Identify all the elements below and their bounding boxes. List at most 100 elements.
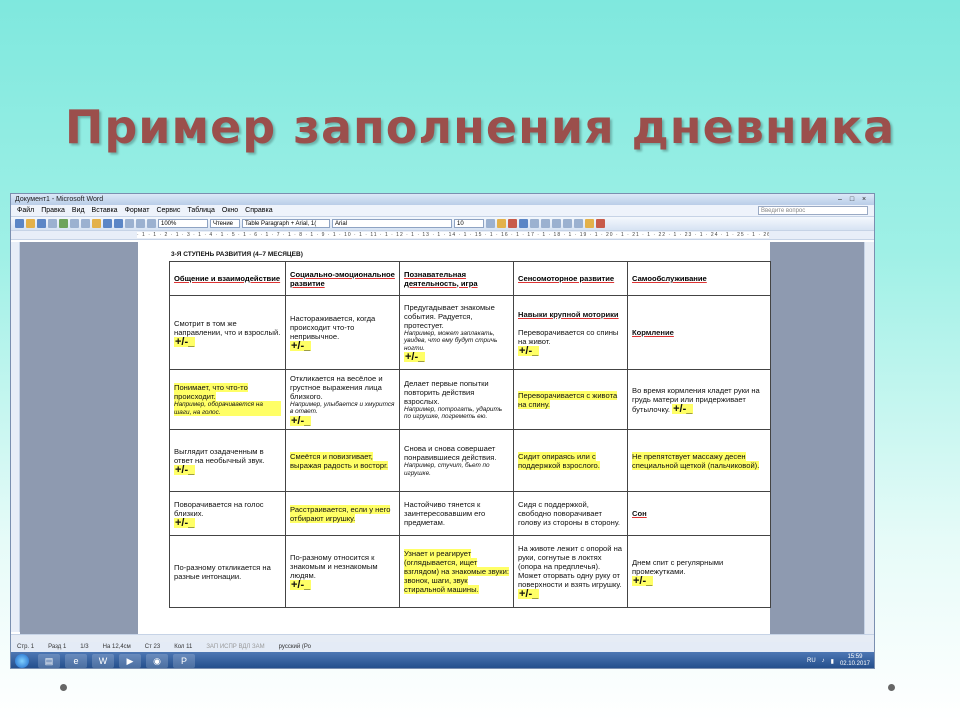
table-cell[interactable]: На животе лежит с опорой на руки, согнут… bbox=[513, 535, 628, 608]
paste-icon[interactable] bbox=[92, 219, 101, 228]
horizontal-ruler[interactable]: · 1 · 1 · 2 · 1 · 3 · 1 · 4 · 1 · 5 · 1 … bbox=[11, 231, 874, 240]
network-icon[interactable]: ▮ bbox=[831, 658, 834, 665]
table-cell[interactable]: Смеётся и повизгивает, выражая радость и… bbox=[285, 429, 400, 492]
firefox-icon[interactable]: ◉ bbox=[146, 654, 168, 668]
style-select[interactable]: Table Paragraph + Arial, 1( bbox=[242, 219, 330, 228]
numbering-icon[interactable] bbox=[563, 219, 572, 228]
save-icon[interactable] bbox=[37, 219, 46, 228]
media-player-icon[interactable]: ▶ bbox=[119, 654, 141, 668]
italic-icon[interactable] bbox=[497, 219, 506, 228]
explorer-icon[interactable]: ▤ bbox=[38, 654, 60, 668]
table-cell[interactable]: Во время кормления кладет руки на грудь … bbox=[627, 369, 771, 430]
zoom-select[interactable]: 100% bbox=[158, 219, 208, 228]
system-tray: RU ♪ ▮ 15:59 02.10.2017 bbox=[807, 654, 874, 668]
table-cell[interactable]: Делает первые попытки повторить действия… bbox=[399, 369, 514, 430]
new-document-icon[interactable] bbox=[15, 219, 24, 228]
col-header-label: Общение и взаимодействие bbox=[174, 274, 281, 283]
clock[interactable]: 15:59 02.10.2017 bbox=[840, 654, 870, 668]
cell-text: Выглядит озадаченным в ответ на необычны… bbox=[174, 446, 265, 465]
table-cell[interactable]: Не препятствует массажу десен специально… bbox=[627, 429, 771, 492]
minimize-icon[interactable]: – bbox=[834, 196, 846, 203]
cell-text: Откликается на весёлое и грустное выраже… bbox=[290, 373, 383, 401]
table-cell[interactable]: Настойчиво тянется к заинтересовавшим ег… bbox=[399, 491, 514, 536]
table-cell[interactable]: Выглядит озадаченным в ответ на необычны… bbox=[169, 429, 286, 492]
table-cell[interactable]: Смотрит в том же направлении, что и взро… bbox=[169, 295, 286, 370]
open-icon[interactable] bbox=[26, 219, 35, 228]
cell-text: Расстраивается, если у него отбирают игр… bbox=[290, 504, 391, 523]
volume-icon[interactable]: ♪ bbox=[822, 658, 825, 664]
col-header-label: Познавательная деятельность, игра bbox=[404, 269, 478, 288]
bullets-icon[interactable] bbox=[574, 219, 583, 228]
table-cell[interactable]: Понимает, что что-то происходит. Например… bbox=[169, 369, 286, 430]
plus-minus-mark: +/-_ bbox=[174, 335, 196, 348]
menu-tools[interactable]: Сервис bbox=[156, 207, 180, 214]
table-cell[interactable]: Сон bbox=[627, 491, 771, 536]
table-row: Выглядит озадаченным в ответ на необычны… bbox=[169, 429, 771, 492]
table-icon[interactable] bbox=[125, 219, 134, 228]
highlight-icon[interactable] bbox=[585, 219, 594, 228]
bold-icon[interactable] bbox=[486, 219, 495, 228]
start-button-icon[interactable] bbox=[15, 654, 29, 668]
table-cell[interactable]: Расстраивается, если у него отбирают игр… bbox=[285, 491, 400, 536]
print-icon[interactable] bbox=[48, 219, 57, 228]
copy-icon[interactable] bbox=[81, 219, 90, 228]
status-page: Стр. 1 bbox=[17, 644, 35, 650]
status-language: русский (Ро bbox=[278, 644, 311, 650]
horizontal-scrollbar[interactable] bbox=[11, 634, 874, 642]
cut-icon[interactable] bbox=[70, 219, 79, 228]
document-page[interactable]: 3-Я СТУПЕНЬ РАЗВИТИЯ (4–7 МЕСЯЦЕВ) Общен… bbox=[138, 242, 771, 634]
close-icon[interactable]: × bbox=[858, 196, 870, 203]
ask-question-input[interactable]: Введите вопрос bbox=[758, 206, 868, 215]
cell-text: Во время кормления кладет руки на грудь … bbox=[632, 385, 760, 414]
menu-format[interactable]: Формат bbox=[125, 207, 150, 214]
table-cell[interactable]: Настораживается, когда происходит что-то… bbox=[285, 295, 400, 370]
internet-explorer-icon[interactable]: e bbox=[65, 654, 87, 668]
font-color-icon[interactable] bbox=[596, 219, 605, 228]
spelling-icon[interactable] bbox=[59, 219, 68, 228]
table-cell[interactable]: По-разному относится к знакомым и незнак… bbox=[285, 535, 400, 608]
menu-help[interactable]: Справка bbox=[245, 207, 272, 214]
menu-file[interactable]: Файл bbox=[17, 207, 34, 214]
columns-icon[interactable] bbox=[136, 219, 145, 228]
cell-text: Делает первые попытки повторить действия… bbox=[404, 378, 489, 406]
table-cell[interactable]: Узнает и реагирует (оглядывается, ищет в… bbox=[399, 535, 514, 608]
menu-window[interactable]: Окно bbox=[222, 207, 238, 214]
align-left-icon[interactable] bbox=[519, 219, 528, 228]
cell-text: Поворачивается на голос близких. bbox=[174, 499, 264, 518]
paragraph-icon[interactable] bbox=[147, 219, 156, 228]
font-size-select[interactable]: 10 bbox=[454, 219, 484, 228]
vertical-ruler[interactable] bbox=[11, 242, 20, 632]
table-cell[interactable]: По-разному откликается на разные интонац… bbox=[169, 535, 286, 608]
table-cell[interactable]: Откликается на весёлое и грустное выраже… bbox=[285, 369, 400, 430]
cell-text: Днем спит с регулярными промежутками. bbox=[632, 557, 724, 576]
justify-icon[interactable] bbox=[552, 219, 561, 228]
undo-icon[interactable] bbox=[103, 219, 112, 228]
align-right-icon[interactable] bbox=[541, 219, 550, 228]
menu-table[interactable]: Таблица bbox=[187, 207, 214, 214]
table-cell[interactable]: Сидит опираясь или с поддержкой взрослог… bbox=[513, 429, 628, 492]
align-center-icon[interactable] bbox=[530, 219, 539, 228]
font-select[interactable]: Arial bbox=[332, 219, 452, 228]
redo-icon[interactable] bbox=[114, 219, 123, 228]
underline-icon[interactable] bbox=[508, 219, 517, 228]
table-cell[interactable]: Днем спит с регулярными промежутками. +/-… bbox=[627, 535, 771, 608]
table-cell[interactable]: Сидя с поддержкой, свободно поворачивает… bbox=[513, 491, 628, 536]
table-cell[interactable]: Предугадывает знакомые события. Радуется… bbox=[399, 295, 514, 370]
cell-example: Например, оборачивается на шаги, на голо… bbox=[174, 401, 281, 416]
table-cell[interactable]: Снова и снова совершает понравившиеся де… bbox=[399, 429, 514, 492]
word-icon[interactable]: W bbox=[92, 654, 114, 668]
menu-insert[interactable]: Вставка bbox=[92, 207, 118, 214]
language-indicator[interactable]: RU bbox=[807, 658, 816, 664]
table-cell[interactable]: Переворачивается с живота на спину. bbox=[513, 369, 628, 430]
menu-view[interactable]: Вид bbox=[72, 207, 85, 214]
vertical-scrollbar[interactable] bbox=[864, 242, 874, 634]
cell-text: На животе лежит с опорой на руки, согнут… bbox=[518, 544, 623, 589]
maximize-icon[interactable]: □ bbox=[846, 196, 858, 203]
table-cell[interactable]: Поворачивается на голос близких. +/-_ bbox=[169, 491, 286, 536]
read-button[interactable]: Чтение bbox=[210, 219, 240, 228]
cell-text: Смеётся и повизгивает, выражая радость и… bbox=[290, 451, 389, 470]
powerpoint-icon[interactable]: P bbox=[173, 654, 195, 668]
table-cell[interactable]: Кормление bbox=[627, 295, 771, 370]
menu-edit[interactable]: Правка bbox=[41, 207, 65, 214]
table-cell[interactable]: Навыки крупной моторики Переворачивается … bbox=[513, 295, 628, 370]
